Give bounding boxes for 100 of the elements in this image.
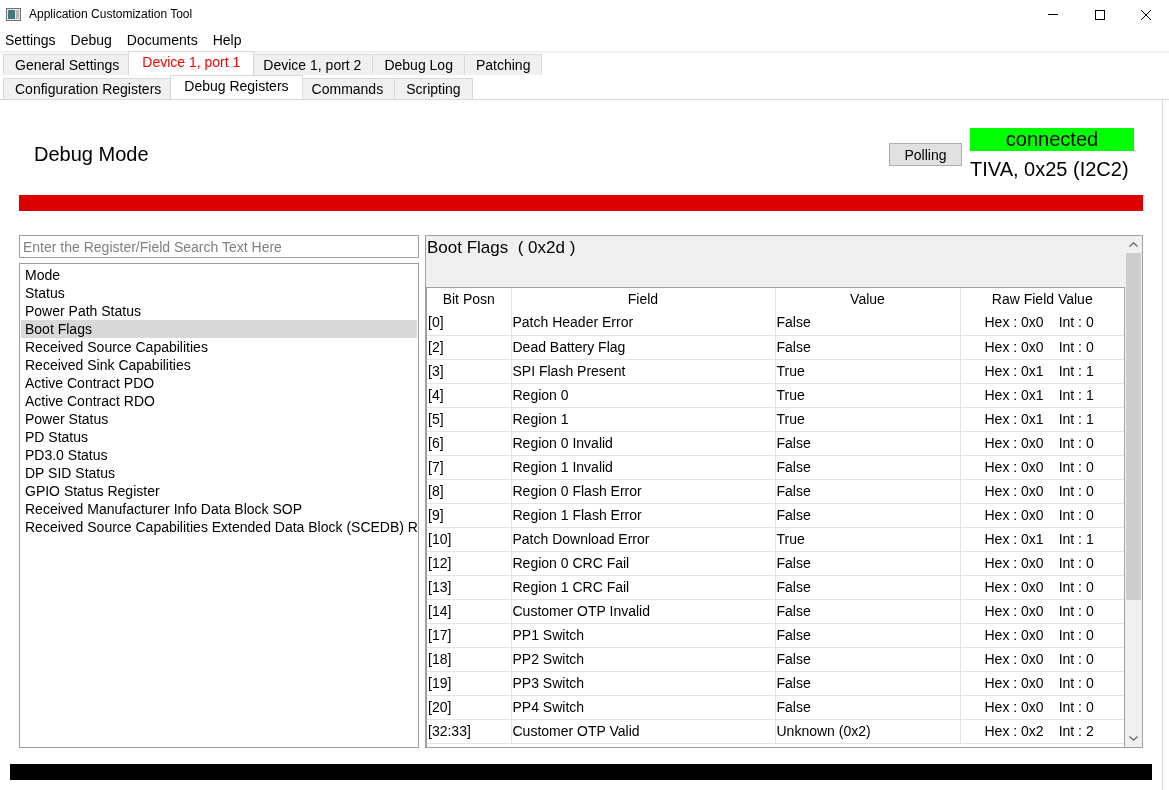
table-cell: [2]	[427, 335, 511, 359]
table-cell: [0]	[427, 311, 511, 335]
table-cell: Region 0	[511, 383, 775, 407]
hex-value: Hex : 0x0	[984, 434, 1044, 451]
table-cell: Unknown (0x2)	[775, 719, 960, 743]
table-cell: [5]	[427, 407, 511, 431]
int-value: Int : 0	[1058, 434, 1094, 451]
hex-value: Hex : 0x1	[984, 362, 1044, 379]
tab[interactable]: Patching	[463, 54, 543, 75]
int-value: Int : 1	[1058, 530, 1094, 547]
connection-status: connected	[970, 128, 1134, 151]
window-title: Application Customization Tool	[29, 7, 193, 22]
int-value: Int : 1	[1058, 362, 1094, 379]
table-cell: Region 0 CRC Fail	[511, 551, 775, 575]
int-value: Int : 0	[1058, 578, 1094, 595]
column-header: Value	[775, 288, 960, 311]
search-field[interactable]: Enter the Register/Field Search Text Here	[19, 235, 419, 258]
table-cell: Customer OTP Valid	[511, 719, 775, 743]
register-list-item[interactable]: DP SID Status	[21, 464, 417, 482]
table-cell: Patch Header Error	[511, 311, 775, 335]
table-cell: False	[775, 551, 960, 575]
tab[interactable]: Device 1, port 1	[128, 51, 255, 75]
device-label: TIVA, 0x25 (I2C2)	[970, 157, 1130, 181]
table-cell: PP4 Switch	[511, 695, 775, 719]
hex-value: Hex : 0x0	[984, 674, 1044, 691]
table-cell: Region 1 Invalid	[511, 455, 775, 479]
table-cell: SPI Flash Present	[511, 359, 775, 383]
int-value: Int : 0	[1058, 602, 1094, 619]
menu-item[interactable]: Debug	[70, 29, 112, 51]
table-cell: [18]	[427, 647, 511, 671]
table-cell: Dead Battery Flag	[511, 335, 775, 359]
int-value: Int : 1	[1058, 410, 1094, 427]
int-value: Int : 0	[1058, 674, 1094, 691]
hex-value: Hex : 0x0	[984, 482, 1044, 499]
register-list-item[interactable]: Power Status	[21, 410, 417, 428]
int-value: Int : 0	[1058, 650, 1094, 667]
register-list-item[interactable]: Received Source Capabilities Extended Data Block (SCEDB) R	[21, 518, 417, 536]
int-value: Int : 1	[1058, 386, 1094, 403]
app-icon	[6, 8, 21, 21]
menu-item[interactable]: Help	[212, 29, 242, 51]
table-cell: False	[775, 671, 960, 695]
tab[interactable]: Scripting	[394, 78, 473, 99]
register-list-item[interactable]: Power Path Status	[21, 302, 417, 320]
table-cell: Region 0 Flash Error	[511, 479, 775, 503]
column-header: Bit Posn	[427, 288, 511, 311]
tab[interactable]: Debug Log	[372, 54, 465, 75]
int-value: Int : 0	[1058, 626, 1094, 643]
table-cell: False	[775, 455, 960, 479]
table-cell: False	[775, 647, 960, 671]
register-list-item[interactable]: Mode	[21, 266, 417, 284]
scrollbar-thumb[interactable]	[1126, 253, 1141, 600]
chevron-down-icon[interactable]	[1129, 736, 1138, 741]
register-list-item[interactable]: Received Manufacturer Info Data Block SOP	[21, 500, 417, 518]
register-list-item[interactable]: PD Status	[21, 428, 417, 446]
tab[interactable]: Debug Registers	[170, 75, 303, 99]
table-cell: [8]	[427, 479, 511, 503]
hex-value: Hex : 0x0	[984, 626, 1044, 643]
menu-item[interactable]: Settings	[5, 29, 56, 51]
column-header: Raw Field Value	[960, 288, 1124, 311]
table-cell: False	[775, 479, 960, 503]
hex-value: Hex : 0x1	[984, 386, 1044, 403]
table-cell: PP2 Switch	[511, 647, 775, 671]
register-list-item[interactable]: GPIO Status Register	[21, 482, 417, 500]
register-list-item[interactable]: Received Sink Capabilities	[21, 356, 417, 374]
int-value: Int : 2	[1058, 722, 1094, 739]
register-list-item[interactable]: Boot Flags	[21, 320, 417, 338]
table-cell: [14]	[427, 599, 511, 623]
register-list-item[interactable]: Active Contract PDO	[21, 374, 417, 392]
register-list-item[interactable]: PD3.0 Status	[21, 446, 417, 464]
maximize-icon[interactable]	[1095, 9, 1105, 20]
polling-button[interactable]: Polling	[889, 143, 962, 166]
hex-value: Hex : 0x0	[984, 338, 1044, 355]
table-cell: [7]	[427, 455, 511, 479]
table-cell: True	[775, 383, 960, 407]
table-cell: [3]	[427, 359, 511, 383]
table-cell: False	[775, 695, 960, 719]
table-cell: [32:33]	[427, 719, 511, 743]
register-list-item[interactable]: Received Source Capabilities	[21, 338, 417, 356]
hex-value: Hex : 0x0	[984, 650, 1044, 667]
column-header: Field	[511, 288, 775, 311]
table-cell: False	[775, 503, 960, 527]
register-list-item[interactable]: Active Contract RDO	[21, 392, 417, 410]
table-cell: [19]	[427, 671, 511, 695]
hex-value: Hex : 0x0	[984, 506, 1044, 523]
chevron-up-icon[interactable]	[1129, 242, 1138, 247]
table-cell: Region 1 CRC Fail	[511, 575, 775, 599]
table-cell: Customer OTP Invalid	[511, 599, 775, 623]
hex-value: Hex : 0x0	[984, 698, 1044, 715]
tab[interactable]: Device 1, port 2	[251, 54, 374, 75]
int-value: Int : 0	[1058, 482, 1094, 499]
register-list-item[interactable]: Status	[21, 284, 417, 302]
hex-value: Hex : 0x1	[984, 530, 1044, 547]
hex-value: Hex : 0x0	[984, 578, 1044, 595]
table-cell: [9]	[427, 503, 511, 527]
page-heading: Debug Mode	[34, 142, 149, 166]
menu-item[interactable]: Documents	[126, 29, 198, 51]
int-value: Int : 0	[1058, 698, 1094, 715]
table-cell: PP3 Switch	[511, 671, 775, 695]
hex-value: Hex : 0x2	[984, 722, 1044, 739]
close-icon[interactable]	[1141, 9, 1151, 20]
